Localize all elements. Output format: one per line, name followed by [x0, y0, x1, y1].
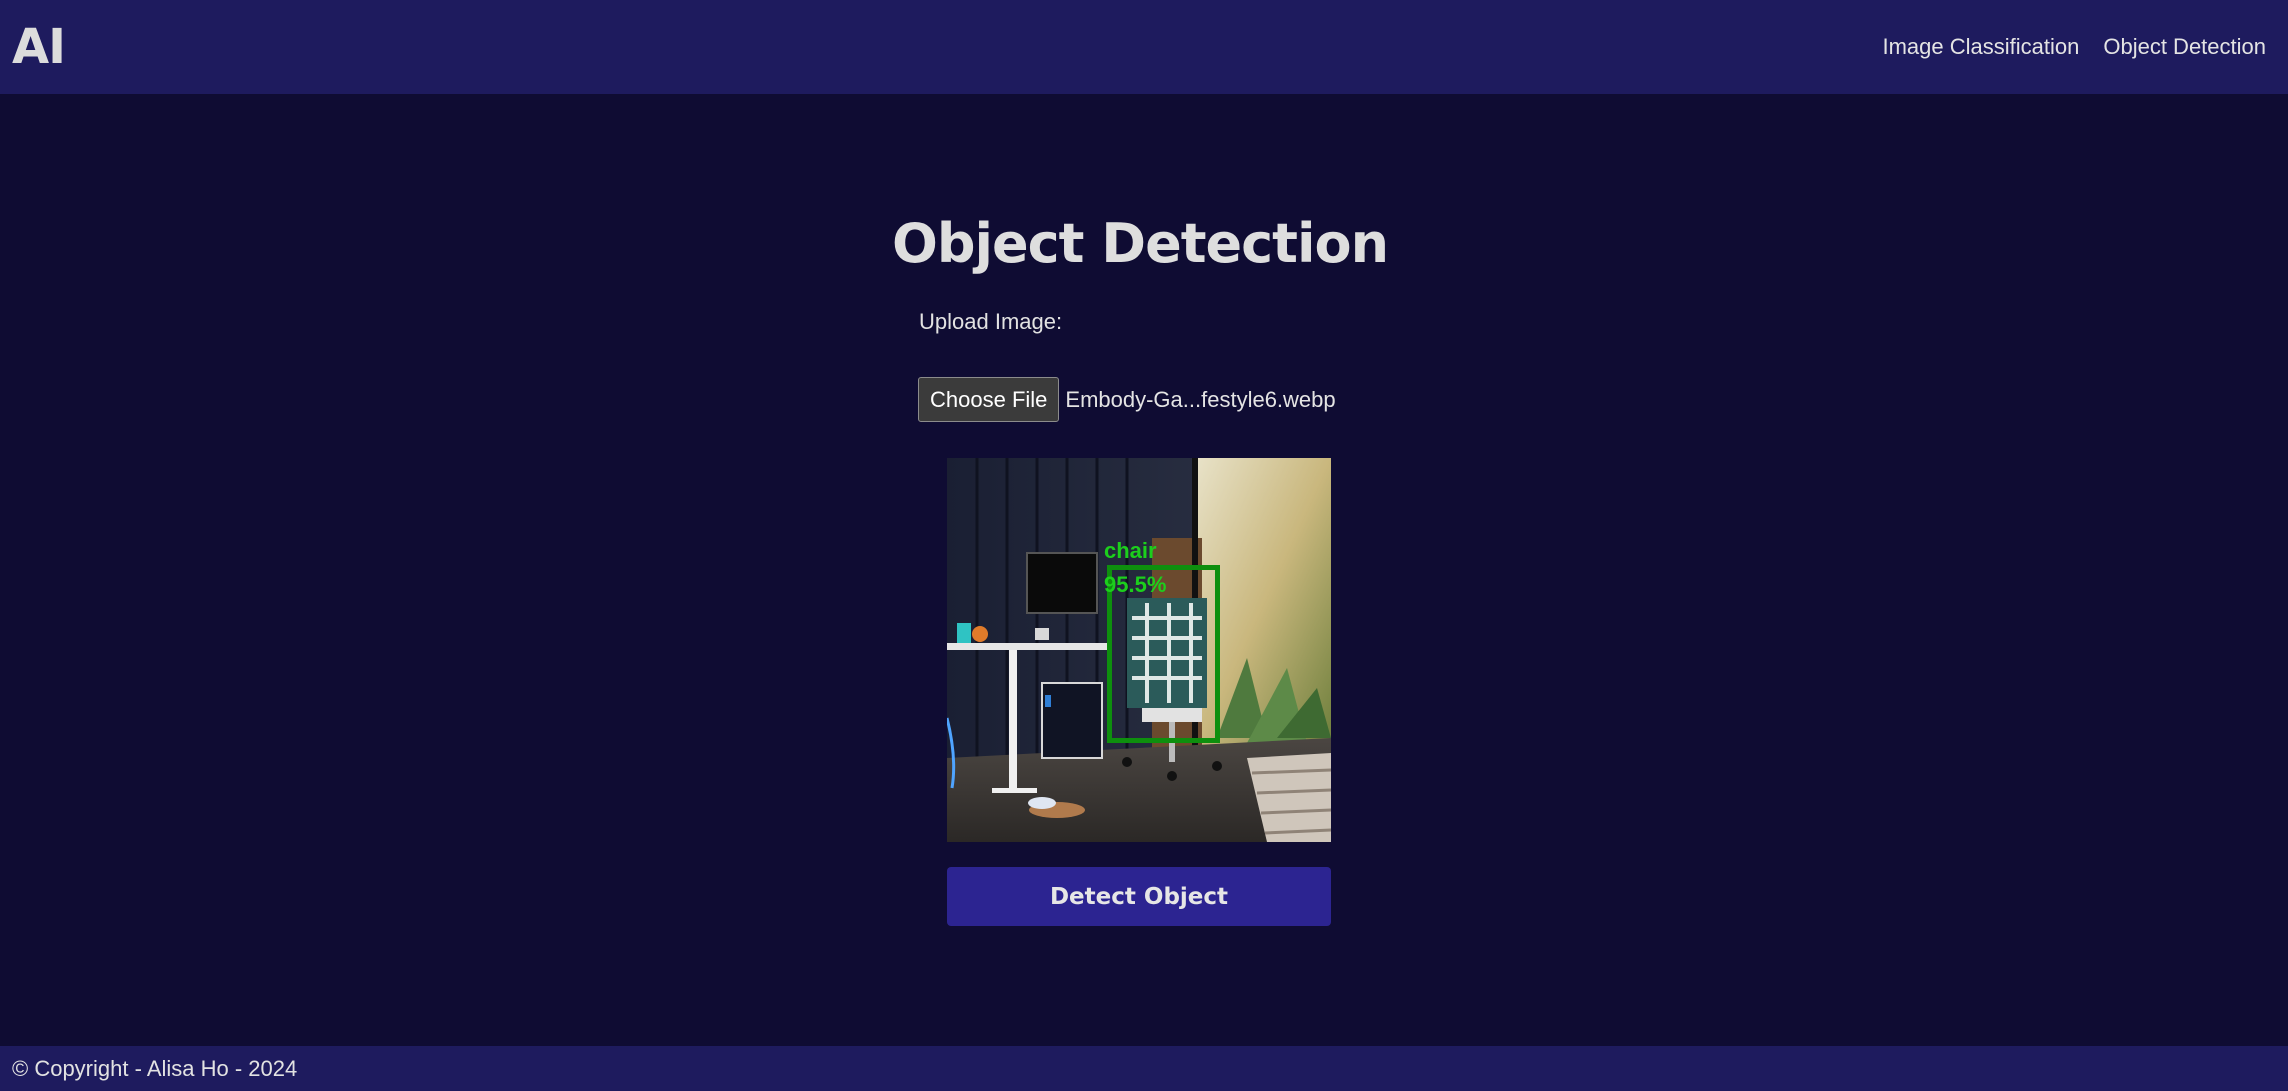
nav-link-object-detection[interactable]: Object Detection: [2103, 34, 2266, 60]
navbar: AI Image Classification Object Detection: [0, 0, 2288, 94]
file-input[interactable]: Choose File Embody-Ga...festyle6.webp: [918, 377, 1336, 422]
detection-label: chair 95.5%: [1104, 534, 1166, 602]
detection-score: 95.5%: [1104, 572, 1167, 597]
nav-links: Image Classification Object Detection: [1858, 34, 2266, 60]
copyright-text: © Copyright - Alisa Ho - 2024: [12, 1055, 298, 1081]
selected-file-name: Embody-Ga...festyle6.webp: [1065, 386, 1336, 412]
main-content: Object Detection Upload Image: Choose Fi…: [0, 94, 2288, 1046]
choose-file-button[interactable]: Choose File: [918, 377, 1060, 422]
brand-logo[interactable]: AI: [12, 19, 66, 75]
nav-link-image-classification[interactable]: Image Classification: [1882, 34, 2079, 60]
upload-label: Upload Image:: [919, 309, 1063, 334]
detection-class: chair: [1104, 538, 1157, 563]
footer: © Copyright - Alisa Ho - 2024: [0, 1046, 2288, 1091]
detect-object-button[interactable]: Detect Object: [947, 867, 1331, 926]
image-preview: chair 95.5%: [947, 458, 1331, 842]
page-title: Object Detection: [891, 212, 1389, 275]
